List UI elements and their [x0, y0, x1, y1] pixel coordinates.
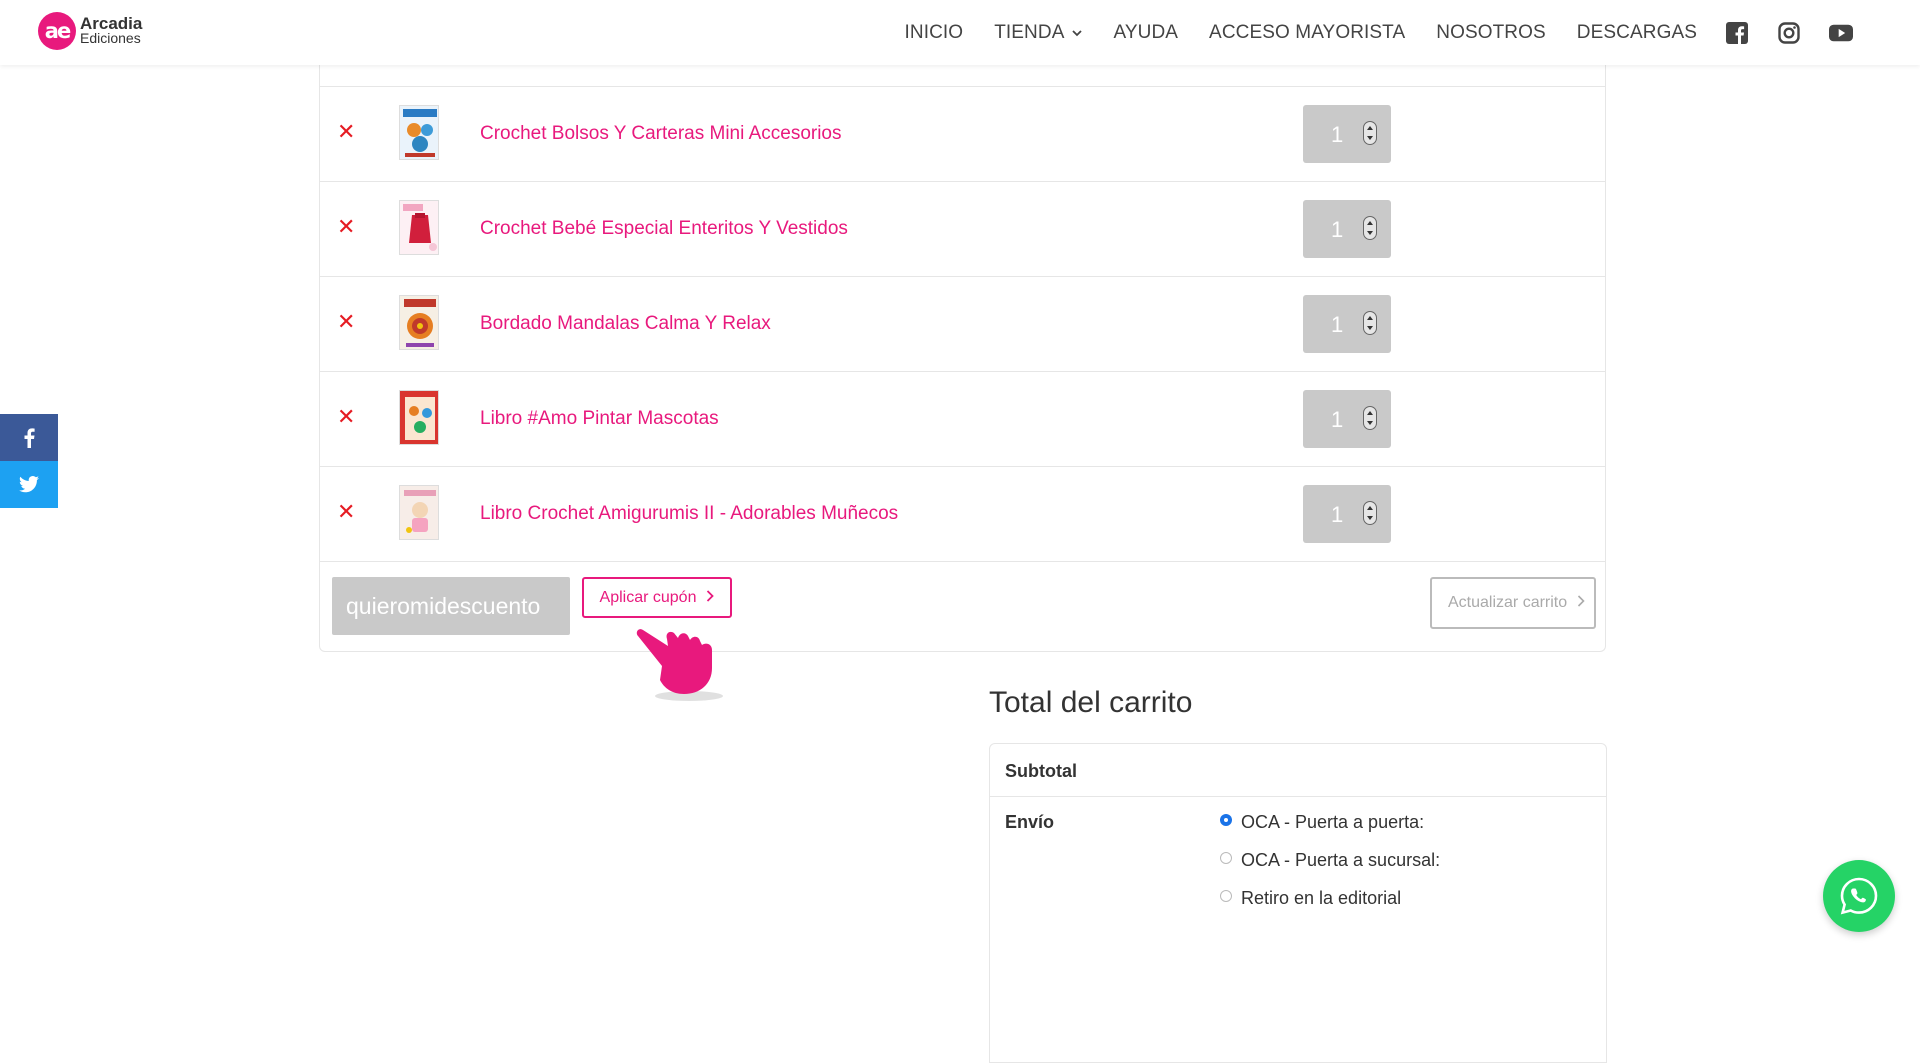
nav-ayuda[interactable]: AYUDA — [1113, 22, 1178, 44]
product-link[interactable]: Libro Crochet Amigurumis II - Adorables … — [480, 503, 898, 525]
coupon-code-input[interactable]: quieromidescuento — [332, 577, 570, 635]
quantity-value: 1 — [1331, 217, 1344, 242]
spinner-arrows-icon[interactable] — [1363, 501, 1377, 525]
pointing-hand-icon — [634, 624, 734, 709]
shipping-option-label: Retiro en la editorial — [1241, 888, 1402, 908]
logo-name: Arcadia — [80, 14, 143, 33]
remove-item-icon[interactable]: ✕ — [337, 215, 355, 239]
quantity-stepper[interactable]: 1 — [1303, 200, 1391, 258]
product-thumbnail[interactable] — [399, 485, 439, 540]
nav-tienda-label: TIENDA — [994, 21, 1065, 43]
remove-item-icon[interactable]: ✕ — [337, 310, 355, 334]
product-link[interactable]: Libro #Amo Pintar Mascotas — [480, 408, 719, 430]
instagram-icon[interactable] — [1777, 21, 1801, 45]
nav-nosotros[interactable]: NOSOTROS — [1436, 22, 1546, 44]
update-cart-button[interactable]: Actualizar carrito — [1430, 577, 1596, 629]
spinner-arrows-icon[interactable] — [1363, 406, 1377, 430]
subtotal-label: Subtotal — [1005, 761, 1077, 781]
cart-row: ✕ Libro #Amo Pintar Mascotas 1 — [320, 371, 1605, 467]
cart-table: ✕ Crochet Bolsos Y Carteras Mini Accesor… — [319, 10, 1606, 652]
radio-selected[interactable] — [1220, 813, 1232, 826]
product-link[interactable]: Bordado Mandalas Calma Y Relax — [480, 313, 771, 335]
cart-row: ✕ Crochet Bolsos Y Carteras Mini Accesor… — [320, 86, 1605, 182]
cart-row: ✕ Bordado Mandalas Calma Y Relax 1 — [320, 276, 1605, 372]
quantity-value: 1 — [1331, 502, 1344, 527]
site-logo[interactable]: ae Arcadia Ediciones — [38, 12, 142, 50]
shipping-option-oca-sucursal[interactable]: OCA - Puerta a sucursal: — [1220, 850, 1440, 871]
spinner-arrows-icon[interactable] — [1363, 216, 1377, 240]
facebook-icon[interactable] — [0, 414, 58, 461]
remove-item-icon[interactable]: ✕ — [337, 500, 355, 524]
quantity-value: 1 — [1331, 312, 1344, 337]
chevron-right-icon — [706, 589, 715, 606]
shipping-option-label: OCA - Puerta a puerta: — [1241, 812, 1425, 832]
product-thumbnail[interactable] — [399, 390, 439, 445]
quantity-stepper[interactable]: 1 — [1303, 295, 1391, 353]
quantity-value: 1 — [1331, 407, 1344, 432]
apply-coupon-label: Aplicar cupón — [599, 588, 697, 606]
youtube-icon[interactable] — [1829, 21, 1853, 45]
nav-acceso-mayorista[interactable]: ACCESO MAYORISTA — [1209, 22, 1405, 44]
quantity-stepper[interactable]: 1 — [1303, 485, 1391, 543]
nav-inicio[interactable]: INICIO — [905, 22, 964, 44]
cart-row-divider — [320, 561, 1605, 562]
cart-row: ✕ Libro Crochet Amigurumis II - Adorable… — [320, 466, 1605, 562]
facebook-icon[interactable] — [1725, 21, 1749, 45]
logo-subtitle: Ediciones — [80, 30, 141, 46]
quantity-stepper[interactable]: 1 — [1303, 105, 1391, 163]
shipping-option-retiro[interactable]: Retiro en la editorial — [1220, 888, 1401, 909]
quantity-stepper[interactable]: 1 — [1303, 390, 1391, 448]
floating-share-bar — [0, 414, 58, 508]
apply-coupon-button[interactable]: Aplicar cupón — [582, 577, 732, 618]
product-thumbnail[interactable] — [399, 200, 439, 255]
radio-unselected[interactable] — [1220, 851, 1232, 864]
remove-item-icon[interactable]: ✕ — [337, 405, 355, 429]
cart-totals-title: Total del carrito — [989, 686, 1193, 719]
product-thumbnail[interactable] — [399, 105, 439, 160]
shipping-option-oca-puerta[interactable]: OCA - Puerta a puerta: — [1220, 812, 1424, 833]
product-thumbnail[interactable] — [399, 295, 439, 350]
logo-mark: ae — [38, 12, 76, 50]
chevron-right-icon — [1577, 594, 1585, 612]
site-header: ae Arcadia Ediciones INICIO TIENDA AYUDA… — [0, 0, 1920, 65]
nav-tienda[interactable]: TIENDA — [994, 21, 1083, 44]
remove-item-icon[interactable]: ✕ — [337, 120, 355, 144]
main-nav: INICIO TIENDA AYUDA ACCESO MAYORISTA NOS… — [874, 0, 1920, 65]
product-link[interactable]: Crochet Bolsos Y Carteras Mini Accesorio… — [480, 123, 842, 145]
update-cart-label: Actualizar carrito — [1448, 594, 1568, 611]
spinner-arrows-icon[interactable] — [1363, 311, 1377, 335]
chevron-down-icon — [1072, 26, 1083, 40]
header-social-links — [1725, 21, 1853, 45]
whatsapp-icon[interactable] — [1823, 860, 1895, 932]
cart-totals-table: Subtotal Envío OCA - Puerta a puerta: OC… — [989, 743, 1607, 1063]
product-link[interactable]: Crochet Bebé Especial Enteritos Y Vestid… — [480, 218, 848, 240]
radio-unselected[interactable] — [1220, 889, 1232, 902]
twitter-icon[interactable] — [0, 461, 58, 508]
cart-row: ✕ Crochet Bebé Especial Enteritos Y Vest… — [320, 181, 1605, 277]
nav-descargas[interactable]: DESCARGAS — [1577, 22, 1697, 44]
spinner-arrows-icon[interactable] — [1363, 121, 1377, 145]
quantity-value: 1 — [1331, 122, 1344, 147]
shipping-label: Envío — [1005, 812, 1055, 832]
shipping-option-label: OCA - Puerta a sucursal: — [1241, 850, 1441, 870]
